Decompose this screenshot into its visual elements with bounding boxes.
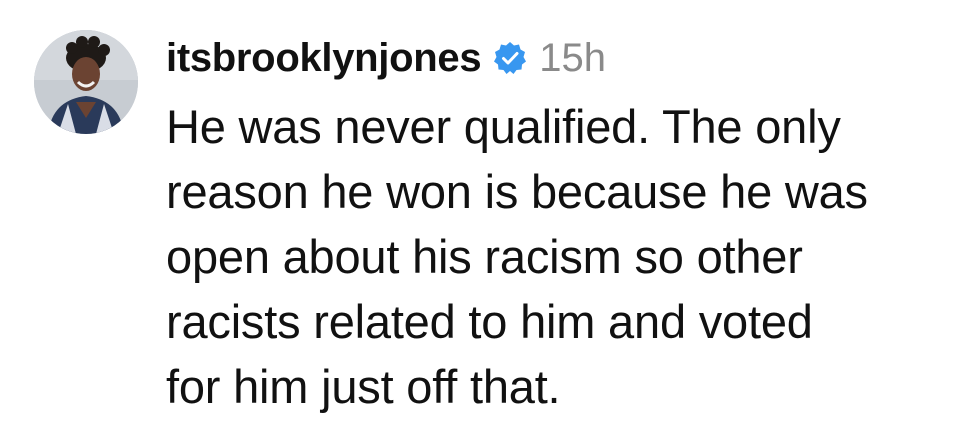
comment-text: He was never qualified. The only reason …: [166, 100, 868, 413]
username-link[interactable]: itsbrooklynjones: [166, 36, 482, 81]
avatar-photo-icon: [34, 30, 138, 134]
comment-content: itsbrooklynjones 15h He was never qualif…: [166, 26, 966, 419]
user-avatar[interactable]: [34, 30, 138, 134]
verified-badge-icon: [493, 41, 527, 75]
comment-header: itsbrooklynjones 15h: [166, 26, 966, 90]
comment-timestamp: 15h: [539, 35, 607, 80]
comment-item: itsbrooklynjones 15h He was never qualif…: [0, 0, 980, 441]
